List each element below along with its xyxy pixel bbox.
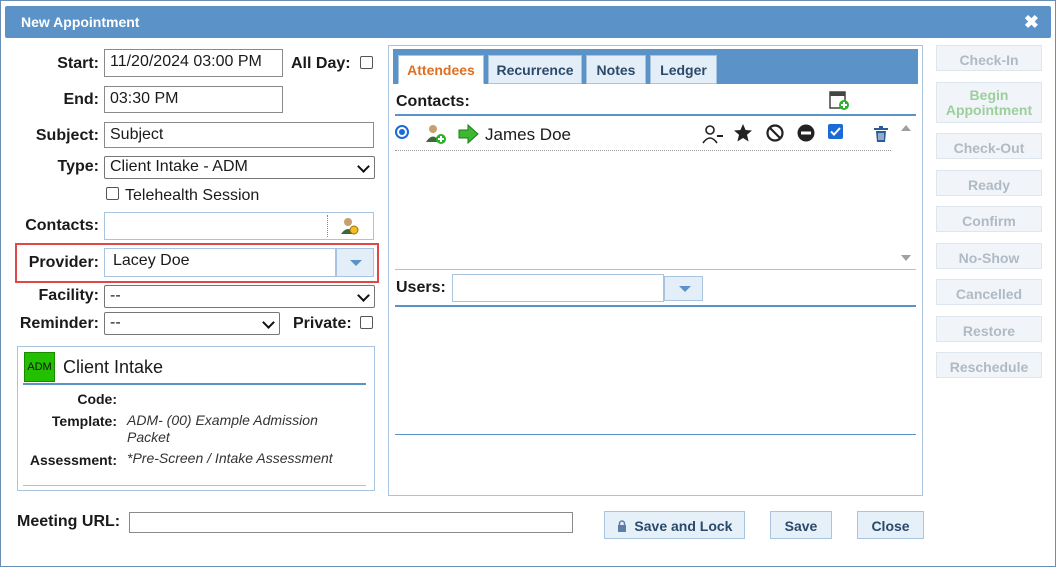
reminder-label: Reminder: [19,315,99,332]
end-time-input[interactable]: 03:30 PM [104,86,283,113]
save-and-lock-button[interactable]: Save and Lock [604,511,745,539]
type-label: Type: [57,158,99,175]
contact-row-radio[interactable] [395,125,409,139]
scroll-down-icon[interactable] [901,255,911,261]
no-show-button[interactable]: No-Show [936,243,1042,269]
dialog-title: New Appointment [21,14,140,30]
facility-select[interactable]: -- [104,285,375,308]
remove-person-icon[interactable] [702,125,724,150]
template-value: ADM- (00) Example Admission Packet [127,412,318,445]
reminder-select[interactable]: -- [104,312,280,335]
type-select[interactable]: Client Intake - ADM [104,156,375,179]
contact-name: James Doe [485,125,571,144]
assessment-label: Assessment: [29,452,117,468]
telehealth-checkbox[interactable] [106,187,119,200]
tab-notes[interactable]: Notes [586,55,646,84]
add-person-icon[interactable] [425,123,447,150]
block-icon[interactable] [765,123,785,148]
add-calendar-icon[interactable] [828,89,850,116]
allday-checkbox[interactable] [360,56,373,69]
minus-circle-icon[interactable] [796,123,816,148]
type-info-divider [23,383,366,385]
contacts-scrollbar[interactable] [897,121,914,267]
radio-dot [399,129,405,135]
close-icon[interactable]: ✖ [1024,12,1039,33]
confirm-button[interactable]: Confirm [936,206,1042,232]
scroll-up-icon[interactable] [901,125,911,131]
star-icon[interactable] [733,123,753,148]
save-button[interactable]: Save [770,511,832,539]
code-label: Code: [77,391,117,407]
attendee-contacts-label: Contacts: [396,93,470,110]
lock-icon [617,519,627,535]
allday-label: All Day: [291,55,351,72]
adm-badge: ADM [24,352,55,382]
chevron-down-icon [357,289,370,302]
provider-label: Provider: [28,254,99,271]
provider-input[interactable]: Lacey Doe [104,248,336,277]
meeting-url-input[interactable] [129,512,573,533]
contacts-list-bottom-line [395,269,916,270]
private-label: Private: [293,315,352,332]
begin-appointment-button[interactable]: Begin Appointment [936,82,1042,123]
tab-attendees[interactable]: Attendees [398,55,484,84]
caret-down-icon [350,260,362,266]
start-datetime-input[interactable]: 11/20/2024 03:00 PM [104,49,283,77]
tab-ledger[interactable]: Ledger [650,55,717,84]
users-header-line [395,305,916,307]
check-out-button[interactable]: Check-Out [936,133,1042,159]
chevron-down-icon [357,160,370,173]
provider-dropdown-button[interactable] [336,248,374,277]
users-list-bottom-line [395,434,916,435]
save-and-lock-label: Save and Lock [634,518,733,534]
restore-button[interactable]: Restore [936,316,1042,342]
type-select-value: Client Intake - ADM [110,158,248,175]
check-in-button[interactable]: Check-In [936,45,1042,71]
end-label: End: [63,91,99,108]
users-dropdown-button[interactable] [664,276,703,301]
subject-input[interactable]: Subject [104,122,374,148]
assessment-value: *Pre-Screen / Intake Assessment [127,450,333,466]
reminder-select-value: -- [110,314,121,331]
users-input[interactable] [452,274,664,302]
close-button[interactable]: Close [857,511,924,539]
contacts-input[interactable] [104,212,374,240]
cancelled-button[interactable]: Cancelled [936,279,1042,305]
type-info-title: Client Intake [63,357,164,377]
contact-row: James Doe [395,119,891,151]
title-bar: New Appointment ✖ [5,6,1051,38]
tab-recurrence[interactable]: Recurrence [488,55,582,84]
start-label: Start: [57,55,99,72]
users-label: Users: [396,279,446,296]
meeting-url-label: Meeting URL: [17,513,121,530]
contact-row-checkbox[interactable] [828,124,843,139]
chevron-down-icon [262,316,275,329]
arrow-right-icon[interactable] [458,123,480,149]
ready-button[interactable]: Ready [936,170,1042,196]
facility-label: Facility: [38,287,99,304]
telehealth-label: Telehealth Session [125,187,260,204]
trash-icon[interactable] [873,126,889,148]
private-checkbox[interactable] [360,316,373,329]
facility-select-value: -- [110,287,121,304]
reschedule-button[interactable]: Reschedule [936,352,1042,378]
contacts-label: Contacts: [25,217,99,234]
contacts-divider [327,215,328,237]
new-appointment-dialog: New Appointment ✖ Start: 11/20/2024 03:0… [0,0,1056,567]
template-label: Template: [51,413,117,429]
caret-down-icon [679,286,691,292]
type-info-bottom-line [23,485,366,486]
contacts-header-line [395,114,916,116]
subject-label: Subject: [35,127,99,144]
contact-lookup-icon[interactable] [339,215,361,242]
